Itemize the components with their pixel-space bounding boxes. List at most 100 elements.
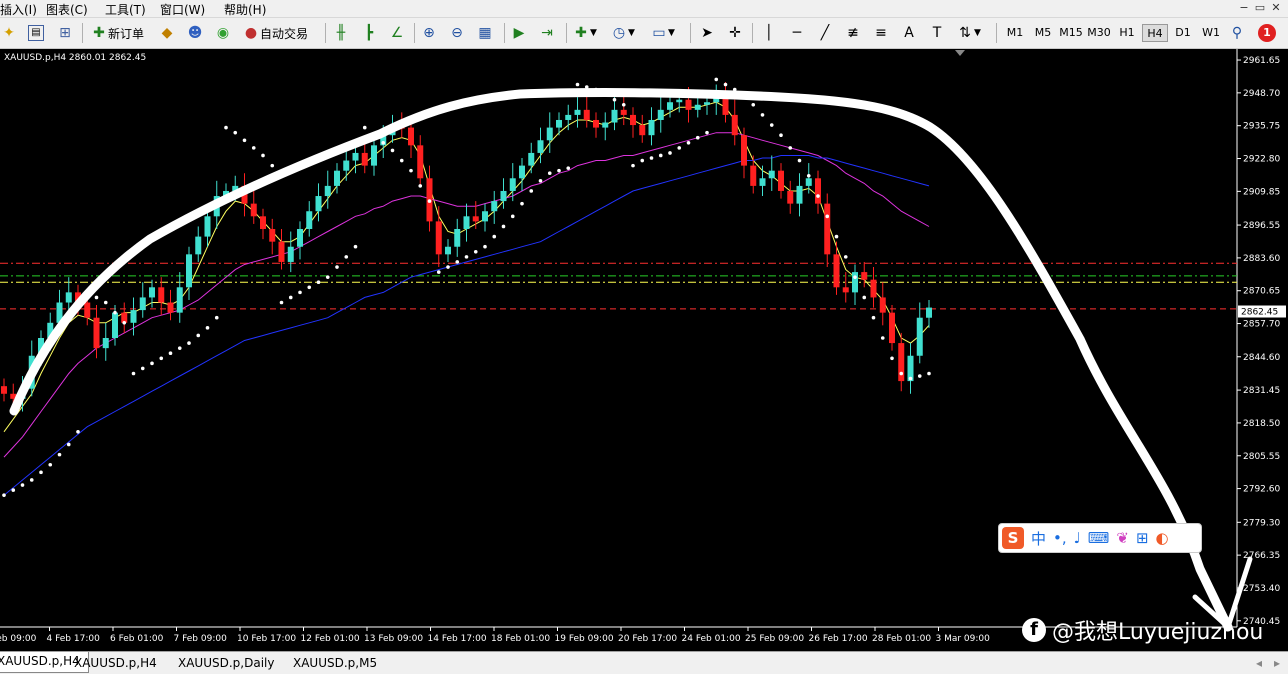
sar-dot-87 [806, 173, 811, 178]
close-button[interactable]: ✕ [1268, 0, 1284, 16]
sar-dot-38 [353, 244, 358, 249]
x-tick-label-3: 7 Feb 09:00 [174, 634, 228, 644]
candle-body-0 [1, 386, 7, 394]
menu-insert[interactable]: 插入(I) [0, 1, 37, 18]
horizontal-line-icon[interactable]: ─ [788, 22, 806, 44]
data-window-icon[interactable]: ⊞ [56, 22, 74, 44]
timeframe-m1[interactable]: M1 [1002, 24, 1028, 42]
timeframe-h1[interactable]: H1 [1114, 24, 1140, 42]
metaeditor-icon[interactable]: ◆ [158, 22, 176, 44]
sar-dot-10 [94, 295, 99, 300]
more-icon[interactable]: ◐ [1156, 529, 1169, 547]
toolbox-icon[interactable]: ⊞ [1136, 529, 1149, 547]
terminal-icon[interactable]: ◉ [214, 22, 232, 44]
auto-trade-button[interactable]: ● 自动交易 [242, 22, 308, 44]
sar-dot-47 [436, 270, 441, 274]
auto-scroll-icon[interactable]: ▶ [510, 22, 528, 44]
timeframe-m15[interactable]: M15 [1058, 24, 1084, 42]
search-icon[interactable]: ⚲ [1228, 22, 1246, 44]
keyboard-icon[interactable]: ⌨ [1088, 529, 1110, 547]
current-price-label: 2862.45 [1241, 308, 1278, 318]
sar-dot-91 [843, 255, 848, 259]
fibonacci-icon[interactable]: ≡ [872, 22, 890, 44]
profiles-icon[interactable]: ✦ [0, 22, 18, 44]
timeframe-m30[interactable]: M30 [1086, 24, 1112, 42]
candle-body-87 [805, 178, 812, 186]
sar-dot-35 [325, 275, 330, 279]
candle-body-7 [65, 292, 72, 303]
tab-chart-4[interactable]: XAUUSD.p,M5 [285, 654, 385, 672]
ime-mode-label[interactable]: 中 [1031, 528, 1046, 549]
crosshair-icon[interactable]: ✛ [726, 22, 744, 44]
timeframe-h4[interactable]: H4 [1142, 24, 1168, 42]
text-tool-icon[interactable]: A [900, 22, 918, 44]
market-watch-icon[interactable]: ▤ [28, 22, 44, 44]
candle-body-48 [445, 246, 451, 255]
candle-body-100 [926, 307, 932, 318]
microphone-icon[interactable]: ♩ [1074, 529, 1081, 547]
candle-body-17 [158, 287, 165, 303]
templates-icon[interactable]: ▭ ▼ [650, 22, 675, 44]
menu-tools[interactable]: 工具(T) [105, 1, 146, 18]
sar-dot-69 [640, 158, 645, 163]
new-order-icon: ✚ [93, 25, 105, 41]
sar-dot-7 [66, 442, 71, 447]
sar-dot-12 [113, 310, 117, 315]
candle-body-79 [731, 114, 738, 136]
zoom-in-icon[interactable]: ⊕ [420, 22, 438, 44]
sar-dot-3 [29, 478, 34, 482]
timeframe-w1[interactable]: W1 [1198, 24, 1224, 42]
timeframe-m5[interactable]: M5 [1030, 24, 1056, 42]
indicators-icon[interactable]: ✚ ▼ [572, 22, 597, 44]
periods-icon[interactable]: ◷ ▼ [610, 22, 635, 44]
tab-chart-3[interactable]: XAUUSD.p,Daily [170, 654, 282, 672]
trendline-icon[interactable]: ╱ [816, 22, 834, 44]
menu-window[interactable]: 窗口(W) [160, 1, 205, 18]
x-tick-label-5: 12 Feb 01:00 [301, 634, 360, 644]
sar-dot-21 [196, 333, 201, 338]
tab-chart-2[interactable]: XAUUSD.p,H4 [66, 654, 165, 672]
line-chart-icon[interactable]: ∠ [388, 22, 406, 44]
skin-icon[interactable]: ❦ [1116, 529, 1129, 547]
candlestick-chart-icon[interactable]: ┣ [360, 22, 378, 44]
arrows-icon[interactable]: ⇅ ▼ [956, 22, 981, 44]
sar-dot-97 [899, 371, 904, 376]
sar-dot-32 [298, 290, 302, 295]
equidistant-channel-icon[interactable]: ≢ [844, 22, 862, 44]
candle-body-44 [408, 127, 414, 146]
candle-body-89 [824, 203, 831, 255]
cursor-icon[interactable]: ➤ [698, 22, 716, 44]
y-tick-label-16: 2753.40 [1243, 584, 1280, 594]
menu-help[interactable]: 帮助(H) [224, 1, 266, 18]
candle-body-40 [371, 145, 377, 166]
restore-button[interactable]: ▭ [1252, 0, 1268, 16]
sar-dot-2 [20, 483, 25, 487]
new-order-button[interactable]: ✚ 新订单 [90, 22, 144, 44]
vertical-line-icon[interactable]: │ [760, 22, 778, 44]
punctuation-icon[interactable]: •, [1053, 529, 1067, 547]
sar-dot-17 [159, 356, 164, 361]
sogou-icon[interactable]: S [1002, 527, 1024, 549]
bar-chart-icon[interactable]: ╫ [332, 22, 350, 44]
sar-dot-94 [871, 315, 876, 320]
sar-dot-84 [779, 133, 783, 137]
candle-body-45 [417, 145, 424, 179]
sar-dot-46 [427, 199, 432, 203]
timeframe-d1[interactable]: D1 [1170, 24, 1196, 42]
tile-windows-icon[interactable]: ▦ [476, 22, 494, 44]
chart-info-text: XAUUSD.p,H4 2860.01 2862.45 [4, 53, 146, 63]
sar-dot-51 [473, 250, 478, 254]
zoom-out-icon[interactable]: ⊖ [448, 22, 466, 44]
chart-shift-icon[interactable]: ⇥ [538, 22, 556, 44]
candle-body-70 [648, 119, 655, 136]
sar-dot-44 [409, 168, 413, 173]
signals-icon[interactable]: ☻ [186, 22, 204, 44]
menu-chart[interactable]: 图表(C) [46, 1, 88, 18]
ime-toolbar[interactable]: S 中 •, ♩ ⌨ ❦ ⊞ ◐ [998, 523, 1202, 553]
candle-body-80 [741, 135, 747, 166]
scroll-right-button[interactable]: ▸ [1266, 654, 1288, 672]
text-label-icon[interactable]: T [928, 22, 946, 44]
price-chart[interactable]: 2961.65 2948.70 2935.75 2922.80 2909.85 2896.… [0, 49, 1288, 651]
notification-icon[interactable]: 1 [1258, 22, 1276, 44]
minimize-button[interactable]: − [1236, 0, 1252, 16]
